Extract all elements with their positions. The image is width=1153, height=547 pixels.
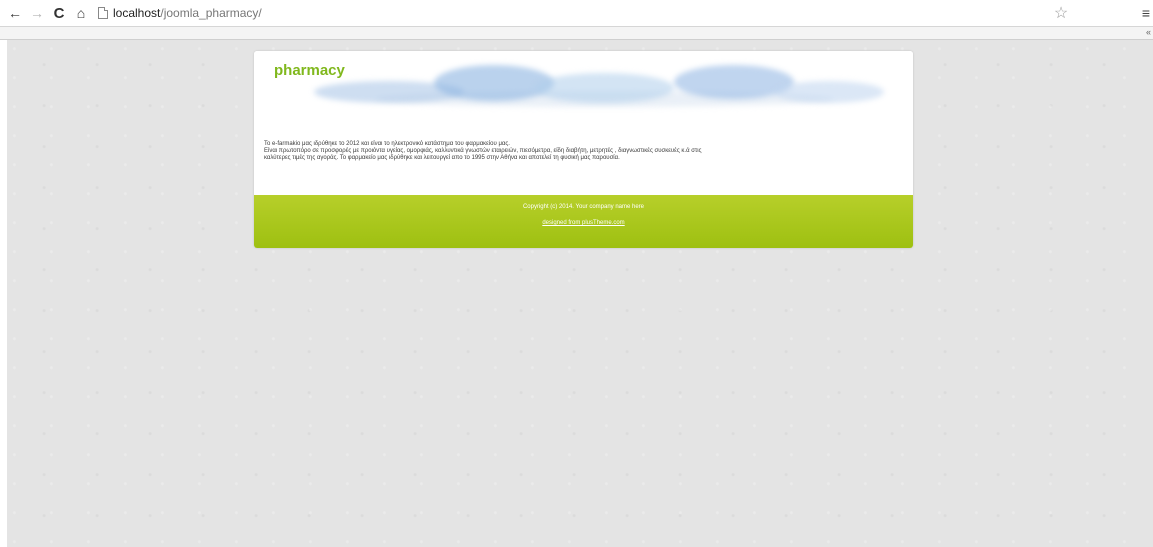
menu-icon[interactable]: ≡: [1139, 3, 1153, 23]
reload-icon[interactable]: C: [50, 3, 68, 23]
back-arrow-icon[interactable]: ←: [6, 3, 24, 23]
site-header: pharmacy: [254, 51, 913, 113]
forward-arrow-icon[interactable]: →: [28, 3, 46, 23]
page-icon: [98, 7, 108, 19]
url-path[interactable]: /joomla_pharmacy/: [160, 6, 261, 20]
intro-line: Είναι πρωτοπόρο σε προσφορές με προιόντα…: [264, 148, 702, 154]
intro-line: καλύτερες τιμές της αγοράς. Το φαρμακείο…: [264, 155, 620, 161]
cloud-banner: [774, 81, 884, 103]
home-icon[interactable]: ⌂: [72, 3, 90, 23]
site-container: pharmacy Το e-farmakio μας ιδρύθηκε το 2…: [254, 51, 913, 248]
url-host[interactable]: localhost: [113, 6, 160, 20]
intro-line: Το e-farmakio μας ιδρύθηκε το 2012 και ε…: [264, 141, 510, 147]
cloud-banner: [534, 73, 674, 103]
site-footer: Copyright (c) 2014. Your company name he…: [254, 195, 913, 248]
site-title[interactable]: pharmacy: [274, 62, 345, 79]
other-bookmarks-icon[interactable]: «: [1146, 27, 1151, 37]
bookmark-bar: «: [0, 26, 1153, 40]
copyright-text: Copyright (c) 2014. Your company name he…: [522, 204, 645, 210]
browser-toolbar: ← → C ⌂ localhost /joomla_pharmacy/ ☆ ≡: [0, 0, 1153, 26]
site-content: Το e-farmakio μας ιδρύθηκε το 2012 και ε…: [254, 113, 913, 195]
page-viewport: pharmacy Το e-farmakio μας ιδρύθηκε το 2…: [7, 40, 1153, 547]
bookmark-star-icon[interactable]: ☆: [1051, 3, 1071, 23]
address-bar[interactable]: localhost /joomla_pharmacy/: [98, 6, 262, 20]
designed-by-link[interactable]: designed from plusTheme.com: [542, 219, 624, 227]
